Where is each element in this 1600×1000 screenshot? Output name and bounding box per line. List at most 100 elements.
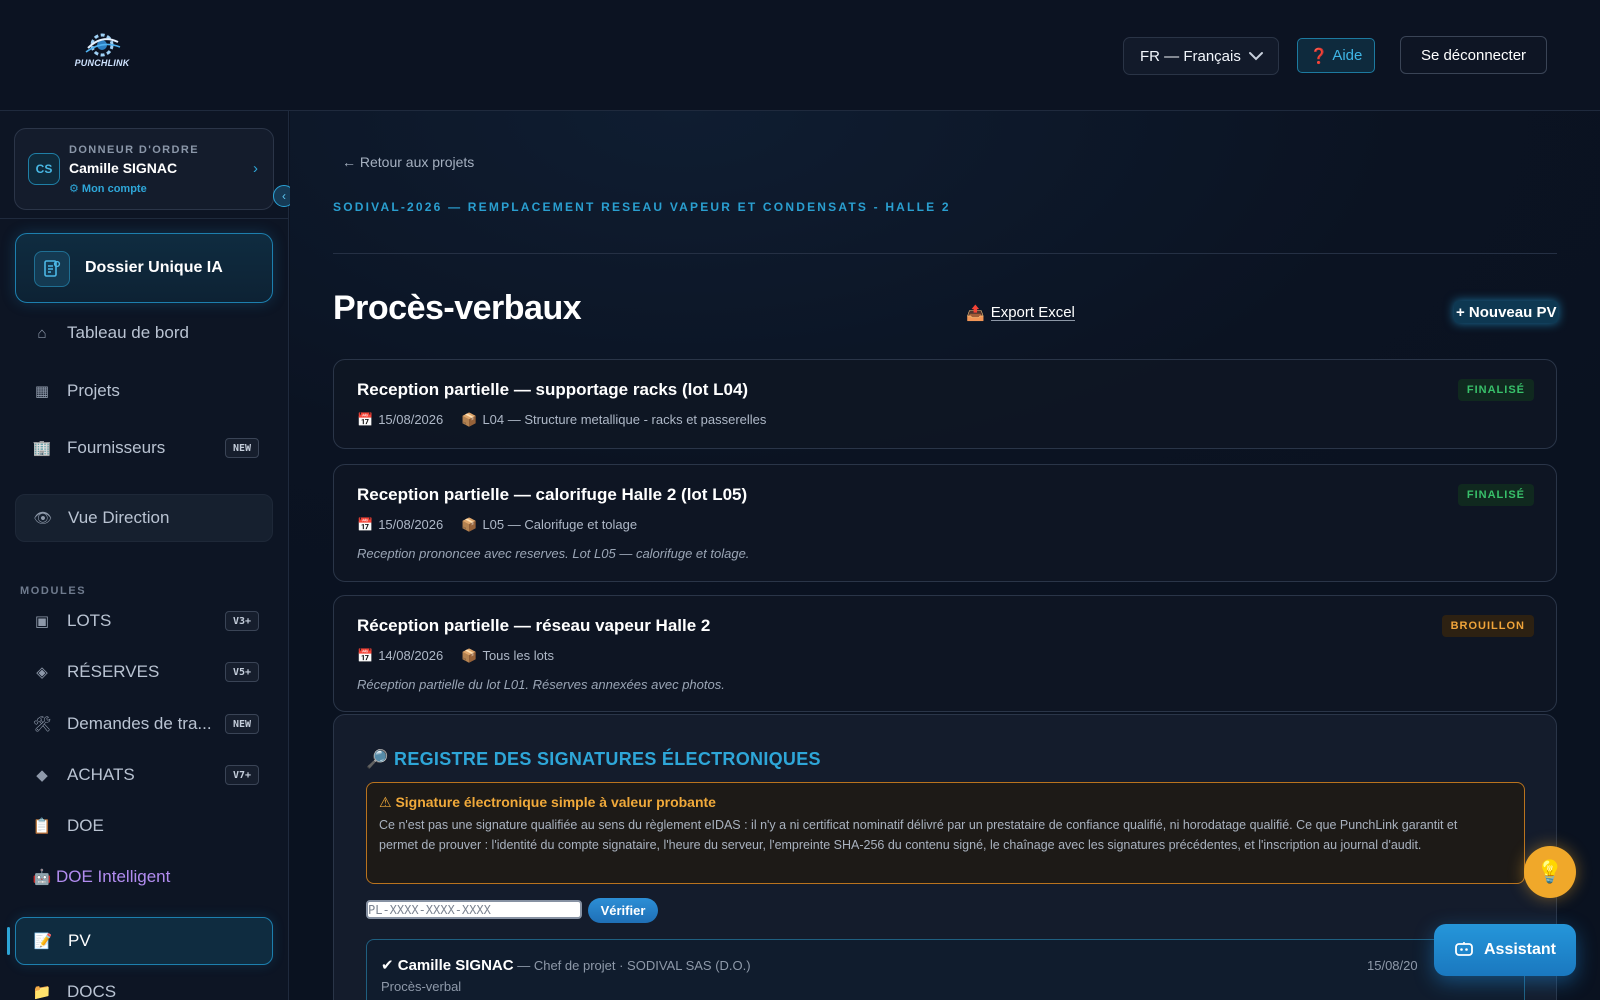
sidebar-item-dashboard[interactable]: ⌂ Tableau de bord xyxy=(15,309,273,357)
magnifier-icon: 🔎 xyxy=(366,749,389,769)
pv-card[interactable]: Reception partielle — supportage racks (… xyxy=(333,359,1557,449)
pv-lot: L05 — Calorifuge et tolage xyxy=(482,517,638,532)
status-badge: FINALISÉ xyxy=(1457,379,1534,401)
sidebar-item-label: ACHATS xyxy=(67,765,135,784)
sidebar-item-doe[interactable]: 📋 DOE xyxy=(15,802,273,850)
sidebar-item-work-requests[interactable]: 🛠 Demandes de tra... NEW xyxy=(15,700,273,748)
sidebar-item-label: Projets xyxy=(67,381,120,400)
sidebar-item-docs[interactable]: 📁 DOCS xyxy=(15,968,273,1000)
sidebar-item-label: LOTS xyxy=(67,611,112,630)
assistant-label: Assistant xyxy=(1483,941,1557,958)
back-to-projects-link[interactable]: ← Retour aux projets xyxy=(342,154,474,170)
sidebar: CS DONNEUR D'ORDRE Camille SIGNAC ⚙ Mon … xyxy=(0,111,295,1000)
pv-meta: 📅 15/08/2026 📦 L04 — Structure metallique … xyxy=(357,412,766,428)
help-label: Aide xyxy=(1332,47,1363,64)
my-account-link[interactable]: ⚙ Mon compte xyxy=(69,182,147,195)
question-icon: ❓ xyxy=(1309,47,1329,65)
folder-icon: 📁 xyxy=(32,984,52,1000)
help-button[interactable]: ❓ Aide xyxy=(1297,38,1375,73)
chevron-right-icon: › xyxy=(253,160,258,177)
logout-button[interactable]: Se déconnecter xyxy=(1400,36,1547,74)
signature-register-title: 🔎 REGISTRE DES SIGNATURES ÉLECTRONIQUES xyxy=(366,749,821,770)
sidebar-item-lots[interactable]: ▣ LOTS V3+ xyxy=(15,597,273,645)
pv-meta: 📅 14/08/2026 📦 Tous les lots xyxy=(357,648,554,664)
account-role: DONNEUR D'ORDRE xyxy=(69,144,199,156)
language-select[interactable]: FR — Français xyxy=(1123,37,1279,75)
inbox-tray-icon: 📤 xyxy=(966,305,985,322)
clipboard-icon: 📋 xyxy=(32,818,52,835)
signer-name-text: ✔ Camille SIGNAC xyxy=(381,957,514,974)
divider xyxy=(0,218,289,219)
pv-lot: L04 — Structure metallique - racks et pa… xyxy=(482,412,767,427)
sidebar-item-label: DOE Intelligent xyxy=(56,867,171,886)
package-icon: 📦 xyxy=(461,517,478,532)
sidebar-item-direction[interactable]: 👁 Vue Direction xyxy=(15,494,273,542)
pv-meta: 📅 15/08/2026 📦 L05 — Calorifuge et tolage xyxy=(357,517,637,533)
top-bar: PUNCHLINK FR — Français ❓ Aide Se déconn… xyxy=(0,0,1600,111)
grid-icon: ▦ xyxy=(34,383,50,400)
signature-entry: ✔ Camille SIGNAC — Chef de projet · SODI… xyxy=(366,939,1525,1000)
eye-icon: 👁 xyxy=(33,510,53,527)
sidebar-item-label: Tableau de bord xyxy=(67,323,189,342)
memo-icon: 📝 xyxy=(33,933,53,950)
pv-title: Réception partielle — réseau vapeur Hall… xyxy=(357,616,711,635)
sidebar-item-pv[interactable]: 📝 PV xyxy=(15,917,273,965)
page-title: Procès-verbaux xyxy=(333,289,582,327)
sidebar-item-label: PV xyxy=(68,931,91,950)
package-icon: 📦 xyxy=(461,412,478,427)
warning-text: Ce n'est pas une signature qualifiée au … xyxy=(379,818,1458,852)
sidebar-item-projects[interactable]: ▦ Projets xyxy=(15,367,273,415)
tips-button[interactable]: 💡 xyxy=(1524,846,1576,898)
version-badge: V5+ xyxy=(224,662,259,682)
sidebar-item-suppliers[interactable]: 🏢 Fournisseurs NEW xyxy=(15,424,273,472)
new-badge: NEW xyxy=(224,714,259,734)
status-badge: FINALISÉ xyxy=(1457,484,1534,506)
tools-icon: 🛠 xyxy=(32,716,52,733)
verify-button[interactable]: Vérifier xyxy=(588,898,658,923)
assistant-button[interactable]: Assistant xyxy=(1434,924,1576,976)
sidebar-item-label: Fournisseurs xyxy=(67,438,166,457)
pv-card[interactable]: Reception partielle — calorifuge Halle 2… xyxy=(333,464,1557,582)
robot-icon: 🤖 xyxy=(32,869,52,886)
sidebar-item-purchases[interactable]: ◆ ACHATS V7+ xyxy=(15,751,273,799)
sidebar-item-label: DOCS xyxy=(67,982,117,1000)
sidebar-item-label: DOE xyxy=(67,816,104,835)
pv-title: Reception partielle — supportage racks (… xyxy=(357,380,749,399)
export-excel-button[interactable]: 📤 Export Excel xyxy=(966,304,1075,322)
pv-title: Reception partielle — calorifuge Halle 2… xyxy=(357,485,748,504)
pv-card[interactable]: Réception partielle — réseau vapeur Hall… xyxy=(333,595,1557,712)
version-badge: V3+ xyxy=(224,611,259,631)
verify-code-input[interactable] xyxy=(366,900,582,919)
active-indicator xyxy=(7,927,10,955)
account-card[interactable]: CS DONNEUR D'ORDRE Camille SIGNAC ⚙ Mon … xyxy=(14,128,274,210)
sidebar-item-doe-intelligent[interactable]: 🤖 DOE Intelligent xyxy=(15,853,273,901)
main-content: ← Retour aux projets SODIVAL-2026 — REMP… xyxy=(290,111,1600,1000)
avatar: CS xyxy=(28,153,60,185)
document-ai-icon xyxy=(34,251,70,287)
punchlink-logo[interactable]: PUNCHLINK xyxy=(70,30,134,72)
divider xyxy=(333,253,1557,254)
warning-box: ⚠ Signature électronique simple à valeur… xyxy=(366,782,1525,884)
chat-bot-icon xyxy=(1455,942,1473,956)
signer-name: ✔ Camille SIGNAC — Chef de projet · SODI… xyxy=(381,956,751,974)
diamond-outline-icon: ◈ xyxy=(36,664,48,681)
new-pv-button[interactable]: + Nouveau PV xyxy=(1454,301,1559,323)
signature-register-panel: 🔎 REGISTRE DES SIGNATURES ÉLECTRONIQUES … xyxy=(333,714,1557,1000)
warning-title: ⚠ Signature électronique simple à valeur… xyxy=(379,794,716,810)
pv-date: 15/08/2026 xyxy=(378,517,444,532)
dossier-unique-ia-button[interactable]: Dossier Unique IA xyxy=(15,233,273,303)
pv-date: 15/08/2026 xyxy=(378,412,444,427)
pv-note: Réception partielle du lot L01. Réserves… xyxy=(357,677,725,692)
sidebar-item-reserves[interactable]: ◈ RÉSERVES V5+ xyxy=(15,648,273,696)
status-badge: BROUILLON xyxy=(1441,615,1534,637)
signer-role: — Chef de projet · SODIVAL SAS (D.O.) xyxy=(513,958,751,973)
diamond-icon: ◆ xyxy=(36,767,48,784)
pv-note: Reception prononcee avec reserves. Lot L… xyxy=(357,546,750,561)
calendar-icon: 📅 xyxy=(357,517,374,532)
sidebar-item-label: Demandes de tra... xyxy=(67,714,212,733)
new-badge: NEW xyxy=(224,438,259,458)
signature-date: 15/08/20 xyxy=(1367,958,1418,973)
modules-heading: MODULES xyxy=(20,585,87,597)
project-breadcrumb: SODIVAL-2026 — REMPLACEMENT RESEAU VAPEU… xyxy=(333,200,951,214)
logo-wordmark: PUNCHLINK xyxy=(74,58,130,68)
